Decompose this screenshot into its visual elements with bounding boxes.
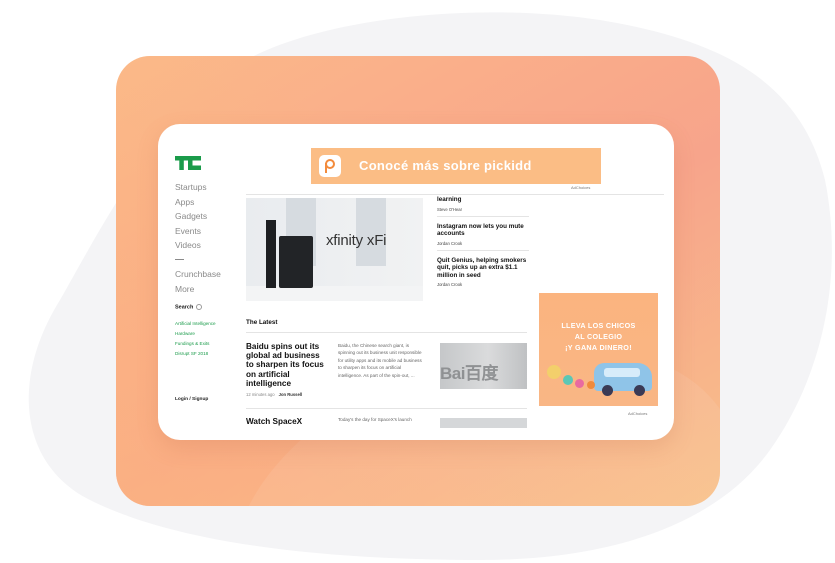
article-image[interactable]: Bai百度 bbox=[440, 343, 527, 389]
topic-tags: Artificial Intelligence Hardware Funding… bbox=[175, 319, 216, 359]
side-banner-ad[interactable]: LLEVA LOS CHICOS AL COLEGIO ¡Y GANA DINE… bbox=[539, 293, 658, 406]
character-illustration bbox=[575, 379, 584, 388]
hero-brand-text: xfinity xFi bbox=[326, 232, 387, 249]
nav-item-crunchbase[interactable]: Crunchbase bbox=[175, 267, 221, 282]
search-label: Search bbox=[175, 304, 194, 311]
article-image[interactable] bbox=[440, 418, 527, 428]
search-icon bbox=[196, 304, 203, 310]
pickidd-logo-icon bbox=[319, 155, 341, 177]
side-story-title[interactable]: learning bbox=[437, 196, 529, 204]
hero-table bbox=[246, 286, 423, 301]
article-excerpt: Baidu, the Chinese search giant, is spin… bbox=[338, 343, 422, 378]
side-story-author[interactable]: Jordan Crook bbox=[437, 241, 529, 246]
tag-fundings[interactable]: Fundings & Exits bbox=[175, 339, 216, 349]
side-story-title[interactable]: Quit Genius, helping smokers quit, picks… bbox=[437, 257, 529, 280]
latest-heading: The Latest bbox=[246, 319, 278, 326]
car-window bbox=[604, 368, 640, 377]
nav-item-videos[interactable]: Videos bbox=[175, 238, 221, 253]
sidebar-nav: Startups Apps Gadgets Events Videos Crun… bbox=[175, 180, 221, 296]
adchoices-top[interactable]: AdChoices bbox=[571, 185, 590, 190]
nav-item-events[interactable]: Events bbox=[175, 224, 221, 239]
article-divider bbox=[246, 408, 527, 409]
story-divider bbox=[437, 215, 529, 217]
character-illustration bbox=[563, 375, 573, 385]
article-time: 12 minutes ago bbox=[246, 392, 275, 397]
nav-item-gadgets[interactable]: Gadgets bbox=[175, 209, 221, 224]
tag-disrupt[interactable]: Disrupt SF 2018 bbox=[175, 349, 216, 359]
side-ad-line: LLEVA LOS CHICOS bbox=[561, 321, 636, 330]
router-device bbox=[266, 220, 276, 288]
article-image-text: Bai百度 bbox=[440, 364, 498, 383]
login-signup-link[interactable]: Login / Signup bbox=[175, 397, 208, 402]
article-author[interactable]: Jon Russell bbox=[279, 392, 303, 397]
side-stories: learning Steve O'Hear Instagram now lets… bbox=[437, 196, 529, 287]
car-illustration bbox=[594, 363, 652, 396]
nav-item-more[interactable]: More bbox=[175, 282, 221, 297]
tag-hardware[interactable]: Hardware bbox=[175, 329, 216, 339]
side-story-title[interactable]: Instagram now lets you mute accounts bbox=[437, 223, 529, 238]
pod-device bbox=[279, 236, 313, 288]
browser-screen: Startups Apps Gadgets Events Videos Crun… bbox=[158, 124, 674, 440]
story-divider bbox=[437, 249, 529, 251]
side-ad-line: ¡Y GANA DINERO! bbox=[565, 343, 632, 352]
nav-item-startups[interactable]: Startups bbox=[175, 180, 221, 195]
article-title[interactable]: Baidu spins out its global ad business t… bbox=[246, 342, 328, 388]
article-excerpt: Today's the day for SpaceX's launch bbox=[338, 417, 412, 422]
adchoices-side[interactable]: AdChoices bbox=[628, 411, 647, 416]
hero-image[interactable]: xfinity xFi bbox=[246, 198, 423, 301]
character-illustration bbox=[587, 381, 595, 389]
side-story-author[interactable]: Steve O'Hear bbox=[437, 207, 529, 212]
tag-ai[interactable]: Artificial Intelligence bbox=[175, 319, 216, 329]
search-link[interactable]: Search bbox=[175, 304, 203, 311]
header-divider bbox=[246, 194, 664, 195]
top-banner-ad[interactable]: Conocé más sobre pickidd bbox=[311, 148, 601, 184]
car-wheel bbox=[602, 385, 613, 396]
character-illustration bbox=[547, 365, 561, 379]
side-story-author[interactable]: Jordan Crook bbox=[437, 282, 529, 287]
techcrunch-logo[interactable] bbox=[175, 156, 201, 170]
side-ad-line: AL COLEGIO bbox=[574, 332, 623, 341]
car-wheel bbox=[634, 385, 645, 396]
article-meta: 12 minutes ago Jon Russell bbox=[246, 392, 302, 397]
nav-item-apps[interactable]: Apps bbox=[175, 195, 221, 210]
latest-divider bbox=[246, 332, 527, 333]
article-title[interactable]: Watch SpaceX bbox=[246, 417, 302, 426]
nav-divider bbox=[175, 258, 184, 260]
top-ad-text: Conocé más sobre pickidd bbox=[359, 158, 532, 173]
